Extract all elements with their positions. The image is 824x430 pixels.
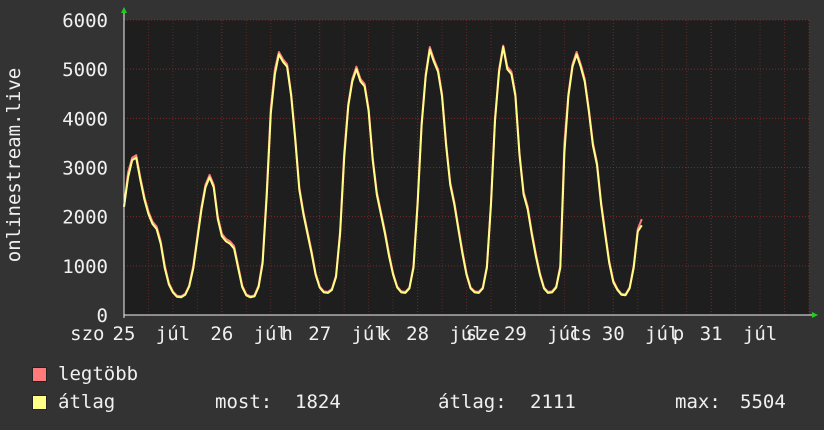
x-tick-label: 25 (113, 323, 136, 345)
y-axis-arrow-icon (121, 7, 127, 13)
y-tick-label: 5000 (62, 59, 108, 81)
y-tick-label: 2000 (62, 207, 108, 229)
stat-max-value: 5504 (740, 391, 786, 413)
x-axis-arrow-icon (812, 312, 818, 318)
x-tick-label: 31 (700, 323, 723, 345)
y-tick-label: 1000 (62, 256, 108, 278)
y-tick-label: 6000 (62, 10, 108, 32)
x-tick-label: júl (156, 323, 190, 345)
legend-swatch-legtobb (32, 367, 47, 382)
x-tick-label: 30 (602, 323, 625, 345)
stat-max-label: max: (675, 391, 721, 413)
x-tick-label: k (379, 323, 391, 345)
x-tick-label: p (673, 323, 684, 345)
y-axis-ticks: 0100020003000400050006000 (62, 10, 108, 327)
x-tick-label: szo (70, 323, 104, 345)
stat-avg-label: átlag: (438, 391, 507, 413)
stat-now-label: most: (215, 391, 273, 413)
x-tick-label: 27 (308, 323, 331, 345)
legend-label-atlag: átlag (58, 391, 116, 413)
x-tick-label: 28 (406, 323, 429, 345)
x-tick-label: 26 (210, 323, 233, 345)
x-tick-label: sze (466, 323, 500, 345)
x-tick-label: h (281, 323, 292, 345)
stat-avg-value: 2111 (530, 391, 576, 413)
stat-now-value: 1824 (295, 391, 341, 413)
y-axis-label: onlinestream.live (3, 68, 25, 262)
x-tick-label: 29 (504, 323, 527, 345)
x-tick-label: júl (743, 323, 777, 345)
x-axis-ticks: szo 25 júl 26 júlh 27 júlk 28 júlsze 29 júlcs 30 júl… (70, 323, 777, 345)
legend-label-legtobb: legtöbb (58, 363, 139, 385)
legend-swatch-atlag (32, 395, 47, 410)
x-tick-label: cs (569, 323, 592, 345)
chart: 0100020003000400050006000 szo 25 júl 26 júlh… (3, 7, 818, 345)
y-tick-label: 4000 (62, 108, 108, 130)
y-tick-label: 3000 (62, 158, 108, 180)
